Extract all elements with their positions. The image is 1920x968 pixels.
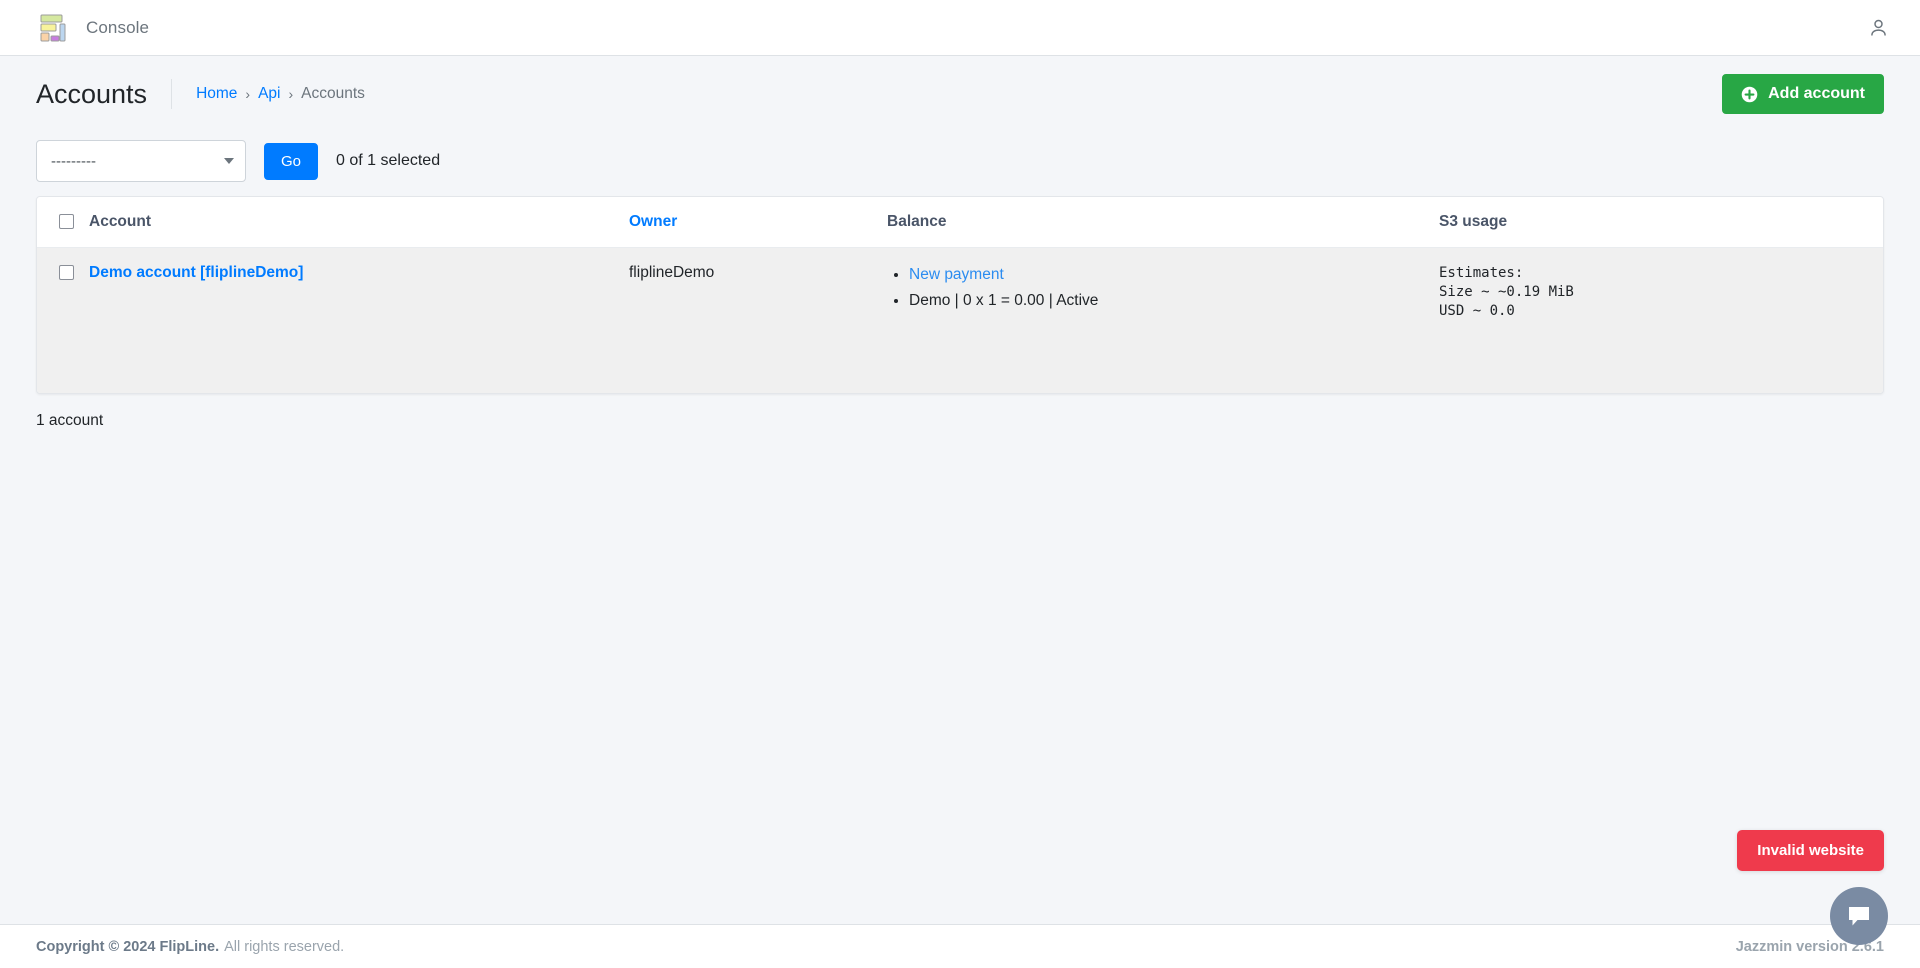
- new-payment-link[interactable]: New payment: [909, 266, 1004, 283]
- actions-toolbar: --------- Go 0 of 1 selected: [0, 130, 1920, 182]
- column-select-all: [37, 197, 89, 248]
- footer-copyright: Copyright © 2024 FlipLine.: [36, 938, 220, 955]
- row-select-cell: [37, 247, 89, 337]
- breadcrumb-item-home[interactable]: Home: [196, 85, 237, 103]
- add-account-label: Add account: [1768, 85, 1865, 102]
- go-button[interactable]: Go: [264, 142, 319, 180]
- breadcrumb: Home › Api › Accounts: [171, 79, 365, 109]
- user-icon: [1870, 19, 1886, 36]
- breadcrumb-separator: ›: [288, 86, 294, 102]
- plus-circle-icon: [1741, 86, 1758, 102]
- top-navbar: Console: [0, 0, 1920, 56]
- page-root: Console Accounts Home › Api › Accounts A…: [0, 0, 1920, 968]
- result-count: 1 account: [36, 411, 104, 429]
- column-owner-sort-link[interactable]: Owner: [629, 213, 677, 230]
- balance-list: New payment Demo | 0 x 1 = 0.00 | Active: [887, 264, 1429, 313]
- table-body: Demo account [fliplineDemo] fliplineDemo…: [37, 247, 1883, 393]
- brand-title: Console: [86, 17, 150, 37]
- chat-widget-button[interactable]: [1830, 887, 1888, 945]
- action-select-wrap: ---------: [36, 140, 246, 182]
- column-balance-label: Balance: [887, 213, 947, 230]
- page-title: Accounts: [36, 78, 148, 109]
- brand[interactable]: Console: [36, 11, 149, 45]
- column-s3-usage: S3 usage: [1439, 197, 1883, 248]
- footer-rights: All rights reserved.: [224, 938, 345, 955]
- table-spacer-cell: [37, 336, 1883, 393]
- results-table: Account Owner Balance S3 usage Demo acco…: [37, 197, 1883, 393]
- action-select[interactable]: ---------: [36, 140, 246, 182]
- navbar-right: [1860, 10, 1896, 46]
- selected-count-label: 0 of 1 selected: [336, 152, 441, 169]
- table-row: Demo account [fliplineDemo] fliplineDemo…: [37, 247, 1883, 337]
- row-balance-cell: New payment Demo | 0 x 1 = 0.00 | Active: [887, 247, 1439, 337]
- row-s3-usage-cell: Estimates: Size ~ ~0.19 MiB USD ~ 0.0: [1439, 247, 1883, 337]
- breadcrumb-item-api[interactable]: Api: [258, 85, 280, 103]
- table-header-row: Account Owner Balance S3 usage: [37, 197, 1883, 248]
- content-header: Accounts Home › Api › Accounts Add accou…: [0, 56, 1920, 130]
- row-account-cell: Demo account [fliplineDemo]: [89, 247, 629, 337]
- chat-bubble-icon: [1849, 907, 1869, 926]
- results-table-card: Account Owner Balance S3 usage Demo acco…: [36, 196, 1884, 394]
- dashboard-blocks-logo: [36, 11, 70, 45]
- user-menu-button[interactable]: [1860, 10, 1896, 46]
- column-account: Account: [89, 197, 629, 248]
- row-checkbox[interactable]: [59, 265, 74, 281]
- invalid-website-badge[interactable]: Invalid website: [1737, 830, 1884, 871]
- footer: Copyright © 2024 FlipLine. All rights re…: [0, 924, 1920, 968]
- column-s3-usage-label: S3 usage: [1439, 213, 1508, 230]
- balance-list-item: New payment: [909, 264, 1429, 286]
- balance-list-item: Demo | 0 x 1 = 0.00 | Active: [909, 290, 1429, 312]
- account-link[interactable]: Demo account [fliplineDemo]: [89, 264, 303, 281]
- table-row-spacer: [37, 336, 1883, 393]
- row-owner-cell: fliplineDemo: [629, 247, 887, 337]
- s3-usage-text: Estimates: Size ~ ~0.19 MiB USD ~ 0.0: [1439, 265, 1574, 319]
- breadcrumb-item-accounts: Accounts: [301, 85, 365, 102]
- table-head: Account Owner Balance S3 usage: [37, 197, 1883, 248]
- add-account-button[interactable]: Add account: [1722, 74, 1884, 114]
- select-all-checkbox[interactable]: [59, 214, 74, 230]
- column-balance: Balance: [887, 197, 1439, 248]
- column-owner: Owner: [629, 197, 887, 248]
- column-account-label: Account: [89, 213, 151, 230]
- breadcrumb-separator: ›: [245, 86, 251, 102]
